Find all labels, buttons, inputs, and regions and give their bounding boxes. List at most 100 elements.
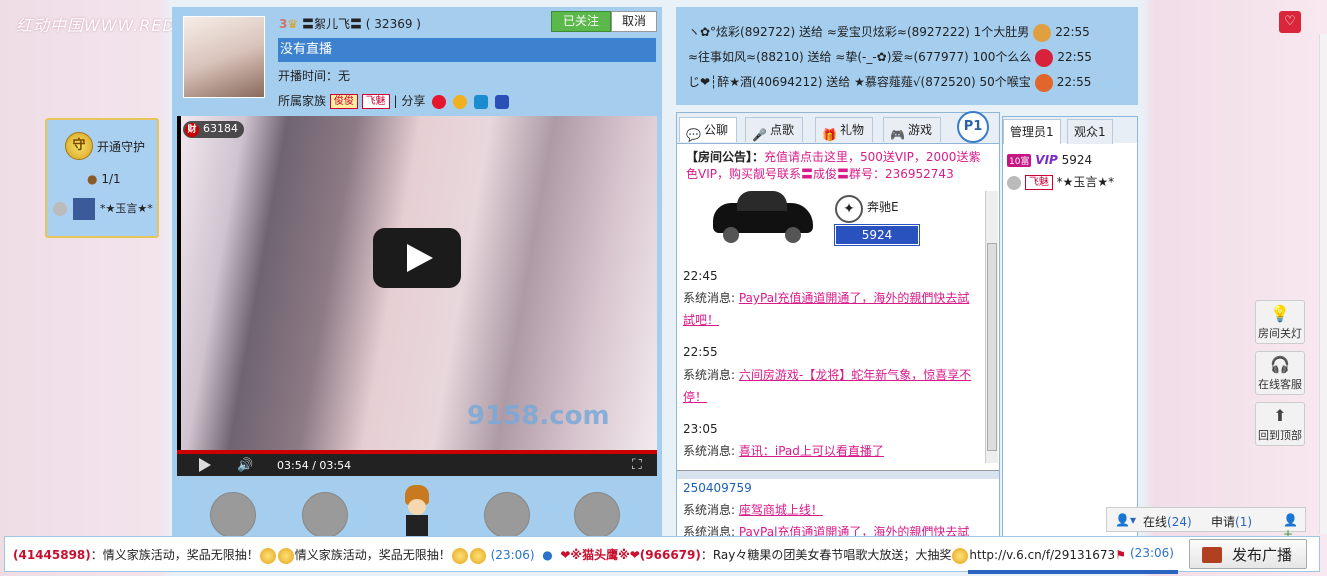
p1-button[interactable]: P1 xyxy=(957,111,989,143)
control-bar: 🔊 03:54 / 03:54 ⛶ xyxy=(177,454,657,476)
gamepad-icon: 🎮 xyxy=(890,128,905,142)
users-dropdown-icon[interactable]: 👤▾ xyxy=(1115,513,1136,527)
host-avatar[interactable] xyxy=(183,16,265,98)
family-tag[interactable]: 俊俊 xyxy=(329,94,358,109)
gift-box-icon: 🎁 xyxy=(822,128,837,142)
tab-public-chat[interactable]: 💬 公聊 xyxy=(679,117,738,142)
volume-icon[interactable]: 🔊 xyxy=(237,458,253,473)
wealth-badge: 10富 xyxy=(1007,154,1032,167)
guard-widget[interactable]: 守 开通守护 ● 1/1 *★玉言★* xyxy=(45,118,159,238)
page-scrollbar[interactable] xyxy=(1319,34,1327,534)
crown-icon: ♛ xyxy=(287,17,299,31)
tab-gifts[interactable]: 🎁 礼物 xyxy=(815,117,874,142)
flag-icon: ⚑ xyxy=(1115,548,1126,562)
paw-share-icon[interactable] xyxy=(494,94,509,109)
online-count[interactable]: 在线(24) xyxy=(1143,513,1192,530)
favorite-heart-icon[interactable]: ♡ xyxy=(1279,11,1301,33)
host-id: ( 32369 ) xyxy=(365,17,421,31)
video-watermark: 9158.com xyxy=(467,401,610,431)
site-watermark-logo: 红动中国WWW.RED xyxy=(16,16,176,35)
weibo-icon[interactable] xyxy=(432,94,447,109)
gift-feed: ヽ✿°炫彩(892722) 送给 ≈爱宝贝炫彩≈(8927222) 1个大肚男 2… xyxy=(676,7,1138,105)
system-message-link[interactable]: 喜讯：iPad上可以看直播了 xyxy=(739,444,884,458)
viewer-count: 财 63184 xyxy=(183,121,244,138)
chat-scrollbar[interactable] xyxy=(985,191,998,463)
user-row[interactable]: 飞魅 *★玉言★* xyxy=(1007,173,1114,190)
fullscreen-icon[interactable]: ⛶ xyxy=(632,457,642,473)
p-share-icon[interactable] xyxy=(473,94,488,109)
guard-user[interactable]: *★玉言★* xyxy=(53,198,153,220)
lightbulb-icon: 💡 xyxy=(1270,304,1290,323)
apply-count[interactable]: 申请(1) xyxy=(1211,513,1252,530)
play-icon[interactable] xyxy=(199,458,211,472)
family-tag: 飞魅 xyxy=(1024,175,1053,190)
broadcast-time-2: (23:06) xyxy=(1130,546,1174,560)
chat-time: 23:05 xyxy=(683,422,718,436)
broadcast-ticker: (41445898)：情义家族活动，奖品无限抽！ 情义家族活动，奖品无限抽！ (2… xyxy=(13,547,1126,564)
level-shield-icon xyxy=(1007,175,1021,190)
back-to-top-button[interactable]: ⬆ 回到顶部 xyxy=(1255,402,1305,446)
system-message: 系统消息: 六间房游戏-【龙将】蛇年新气象，惊喜享不停！ xyxy=(683,368,972,404)
car-name: 奔驰E xyxy=(867,200,899,214)
broadcast-url[interactable]: http://v.6.cn/f/29131673 xyxy=(969,548,1115,562)
ticker-strip xyxy=(968,570,1178,574)
open-guard-label[interactable]: 开通守护 xyxy=(97,138,145,155)
car-owner-number[interactable]: 5924 xyxy=(834,224,920,246)
wealth-icon: 财 xyxy=(185,123,199,137)
scroll-thumb[interactable] xyxy=(987,243,997,451)
system-message: 系统消息: 喜讯：iPad上可以看直播了 xyxy=(683,444,884,458)
gift-row: ヽ✿°炫彩(892722) 送给 ≈爱宝贝炫彩≈(8927222) 1个大肚男 2… xyxy=(688,23,1090,42)
vip-badge: VIP xyxy=(1035,153,1058,167)
tab-games[interactable]: 🎮 游戏 xyxy=(883,117,942,142)
chat-panel: 💬 公聊 🎤 点歌 🎁 礼物 🎮 游戏 P1 【房间公告】：充值请点击这里，500送VI… xyxy=(676,111,1000,537)
time-readout: 03:54 / 03:54 xyxy=(277,459,352,472)
cancel-follow-button[interactable]: 取消 xyxy=(611,11,657,32)
guard-shield-icon: 守 xyxy=(65,132,93,160)
online-bar: 👤▾ 在线(24) 申请(1) 👤+ xyxy=(1106,507,1306,541)
live-status-bar: 没有直播 xyxy=(278,38,656,62)
user-list-panel: 管理员1 观众1 10富 VIP 5924 飞魅 *★玉言★* xyxy=(1002,116,1138,537)
share-label: | 分享 xyxy=(393,94,426,108)
publish-broadcast-button[interactable]: 发布广播 xyxy=(1189,539,1307,569)
guard-count: ● 1/1 xyxy=(87,172,121,186)
fan-avatar-active[interactable] xyxy=(400,485,434,541)
followed-button[interactable]: 已关注 xyxy=(551,11,611,32)
video-player[interactable]: 财 63184 9158.com 🔊 03:54 / 03:54 ⛶ xyxy=(177,116,657,476)
family-tag-2[interactable]: 飞魅 xyxy=(361,94,390,109)
tab-song-request[interactable]: 🎤 点歌 xyxy=(745,117,804,142)
lights-off-button[interactable]: 💡 房间关灯 xyxy=(1255,300,1305,344)
host-name: 〓絮儿飞〓 xyxy=(301,17,362,31)
room-notice: 【房间公告】：充值请点击这里，500送VIP，2000送紫色VIP，购买靓号联系… xyxy=(686,150,981,181)
fan-avatar-1[interactable] xyxy=(210,492,256,538)
online-service-button[interactable]: 🎧 在线客服 xyxy=(1255,351,1305,395)
fan-avatar-4[interactable] xyxy=(574,492,620,538)
host-name-row: 3♛ 〓絮儿飞〓 ( 32369 ) xyxy=(279,15,421,32)
gift-row: じ❤┆醉★酒(40694212) 送给 ★慕容薤薤√(872520) 50个喉宝… xyxy=(688,73,1091,92)
start-time: 开播时间：无 xyxy=(278,69,351,83)
user-row[interactable]: 10富 VIP 5924 xyxy=(1007,153,1092,167)
emoji-icon xyxy=(469,547,486,564)
emoji-icon xyxy=(451,547,468,564)
car-image xyxy=(707,185,817,247)
fan-avatar-2[interactable] xyxy=(302,492,348,538)
private-chat-id: 250409759 xyxy=(683,481,752,495)
family-row: 所属家族 俊俊 飞魅 | 分享 xyxy=(278,92,509,109)
chat-bubble-icon: 💬 xyxy=(686,128,701,142)
system-message: 系统消息: 座驾商城上线！ xyxy=(683,503,823,517)
fan-avatar-3[interactable] xyxy=(484,492,530,538)
chat-time: 22:55 xyxy=(683,345,718,359)
tab-admins[interactable]: 管理员1 xyxy=(1003,119,1061,144)
big-play-button[interactable] xyxy=(373,228,461,288)
system-message-link[interactable]: 座驾商城上线！ xyxy=(739,503,823,517)
user-tabs: 管理员1 观众1 xyxy=(1003,117,1137,144)
candy-gift-icon xyxy=(1034,73,1053,92)
tab-audience[interactable]: 观众1 xyxy=(1067,119,1113,144)
arrow-up-icon: ⬆ xyxy=(1273,406,1287,425)
level-shield-icon xyxy=(53,202,67,216)
user-icon: ● xyxy=(87,172,98,186)
star-share-icon[interactable] xyxy=(453,94,468,109)
mic-icon: 🎤 xyxy=(752,128,767,142)
chat-time: 22:45 xyxy=(683,269,718,283)
chat-tabs: 💬 公聊 🎤 点歌 🎁 礼物 🎮 游戏 P1 xyxy=(677,111,999,144)
chat-splitter[interactable] xyxy=(677,470,999,479)
